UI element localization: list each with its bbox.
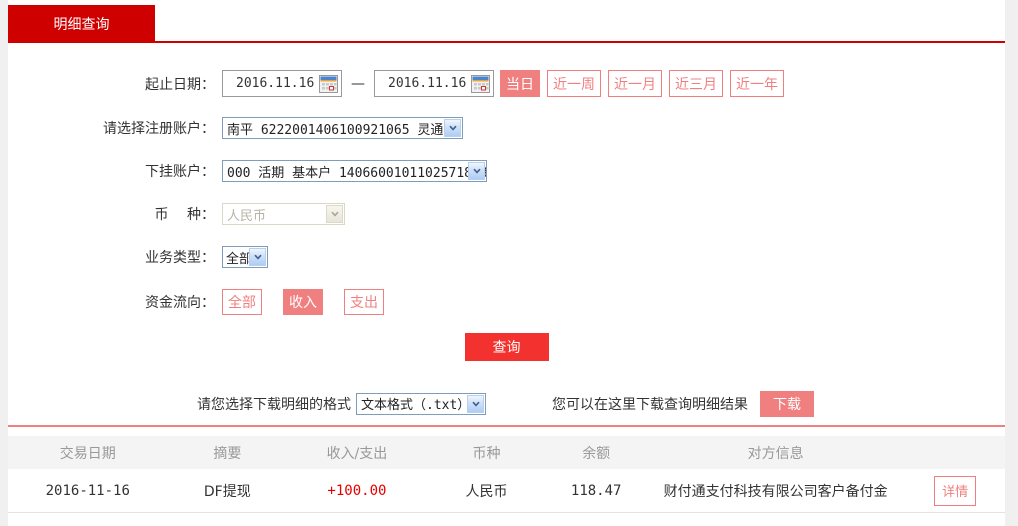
cell-trade-date: 2016-11-16 [8,483,168,499]
quick-range-month-button[interactable]: 近一月 [608,70,662,97]
dropdown-arrow-icon [249,248,266,266]
business-type-row: 业务类型： 全部 [8,246,1005,268]
date-range-row: 起止日期： [8,70,1005,97]
fund-flow-label: 资金流向： [8,292,222,312]
tab-bar: 明细查询 [8,0,1005,43]
register-account-label: 请选择注册账户： [8,118,222,138]
download-button[interactable]: 下载 [760,391,814,417]
dropdown-arrow-icon [468,162,485,180]
dropdown-arrow-icon [467,395,484,413]
dropdown-arrow-icon [444,119,461,137]
calendar-icon[interactable] [319,75,338,97]
query-button[interactable]: 查询 [465,333,549,361]
currency-label: 币 种： [8,204,222,224]
end-date-input[interactable] [375,76,467,91]
sub-account-value: 000 活期 基本户 1406600101102571848 [227,162,487,181]
business-type-select[interactable]: 全部 [222,246,268,268]
cell-currency: 人民币 [427,481,547,501]
download-row: 请您选择下载明细的格式 文本格式（.txt） 您可以在这里下载查询明细结果 下载 [197,390,1005,417]
download-format-value: 文本格式（.txt） [361,394,470,413]
currency-select: 人民币 [222,203,345,225]
date-range-label: 起止日期： [8,74,222,94]
quick-range-week-button[interactable]: 近一周 [547,70,601,97]
cell-balance: 118.47 [546,483,646,499]
detail-button[interactable]: 详情 [934,476,976,506]
header-summary: 摘要 [168,443,288,463]
header-trade-date: 交易日期 [8,443,168,463]
currency-row: 币 种： 人民币 [8,203,1005,225]
register-account-row: 请选择注册账户： 南平 6222001406100921065 灵通卡 [8,117,1005,139]
fund-flow-expense-button[interactable]: 支出 [344,289,384,315]
cell-amount: +100.00 [287,483,427,499]
register-account-value: 南平 6222001406100921065 灵通卡 [227,119,456,138]
header-currency: 币种 [427,443,547,463]
header-income-expense: 收入/支出 [287,443,427,463]
table-row: 2016-11-16 DF提现 +100.00 人民币 118.47 财付通支付… [8,469,1005,513]
cell-counterparty: 财付通支付科技有限公司客户备付金 [646,481,905,501]
currency-value: 人民币 [227,205,266,224]
sub-account-row: 下挂账户： 000 活期 基本户 1406600101102571848 [8,160,1005,182]
tab-detail-query[interactable]: 明细查询 [8,5,155,43]
query-row: 查询 [8,333,1005,361]
sub-account-select[interactable]: 000 活期 基本户 1406600101102571848 [222,160,487,182]
download-format-label: 请您选择下载明细的格式 [197,394,351,414]
fund-flow-income-button[interactable]: 收入 [283,289,323,315]
download-format-select[interactable]: 文本格式（.txt） [356,393,486,415]
download-hint-text: 您可以在这里下载查询明细结果 [552,394,748,414]
start-date-field[interactable] [222,70,342,97]
header-balance: 余额 [546,443,646,463]
table-header-row: 交易日期 摘要 收入/支出 币种 余额 对方信息 [8,436,1005,469]
date-range-separator: — [351,76,365,92]
cell-summary: DF提现 [168,481,288,501]
quick-range-quarter-button[interactable]: 近三月 [669,70,723,97]
dropdown-arrow-icon [326,205,343,223]
end-date-field[interactable] [374,70,494,97]
quick-range-today-button[interactable]: 当日 [500,70,540,97]
business-type-label: 业务类型： [8,247,222,267]
calendar-icon[interactable] [471,75,490,97]
fund-flow-row: 资金流向： 全部 收入 支出 [8,289,1005,315]
header-counterparty: 对方信息 [646,443,905,463]
results-table: 交易日期 摘要 收入/支出 币种 余额 对方信息 2016-11-16 DF提现… [8,425,1005,513]
register-account-select[interactable]: 南平 6222001406100921065 灵通卡 [222,117,463,139]
quick-range-year-button[interactable]: 近一年 [730,70,784,97]
sub-account-label: 下挂账户： [8,161,222,181]
query-form: 起止日期： [8,43,1005,417]
fund-flow-all-button[interactable]: 全部 [222,289,262,315]
content-card: 明细查询 起止日期： [8,0,1005,526]
start-date-input[interactable] [223,76,315,91]
